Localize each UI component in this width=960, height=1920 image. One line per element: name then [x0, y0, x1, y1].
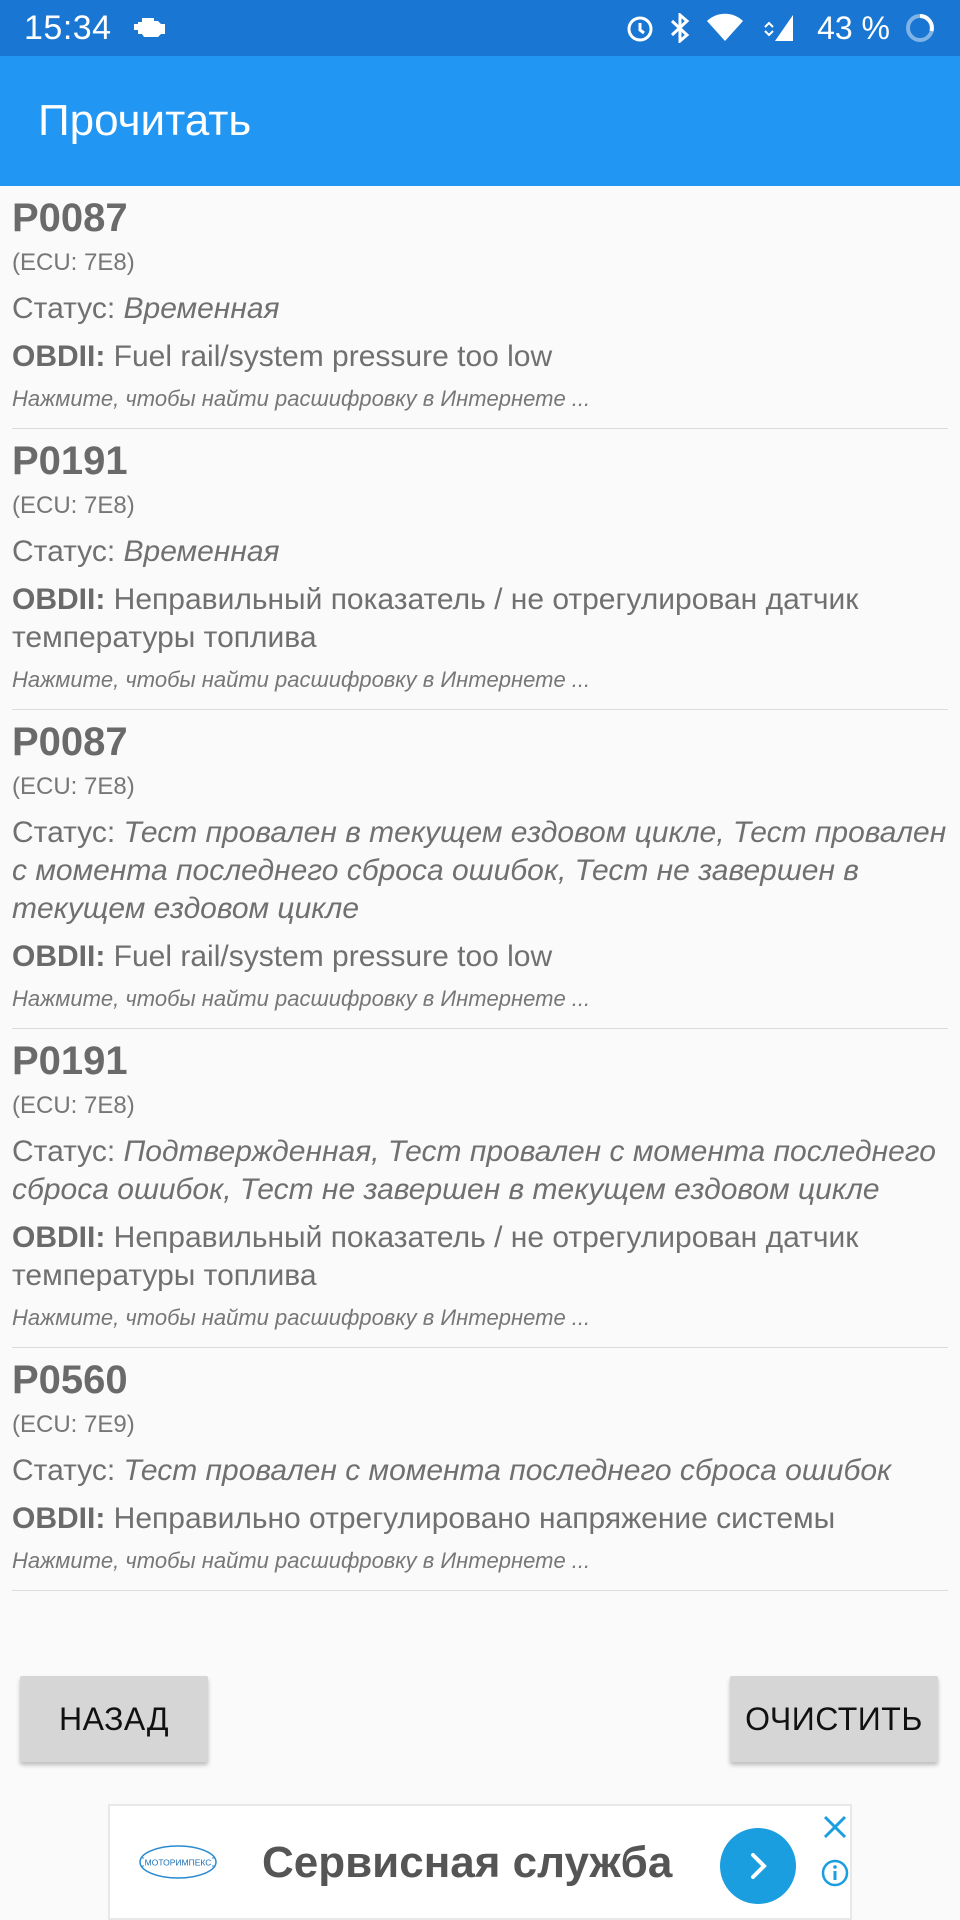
search-hint[interactable]: Нажмите, чтобы найти расшифровку в Интер…	[12, 1303, 948, 1333]
status-label: Статус:	[12, 1454, 116, 1487]
battery-icon	[904, 12, 936, 44]
dtc-ecu: (ECU: 7E8)	[12, 773, 135, 800]
dtc-ecu: (ECU: 7E8)	[12, 1092, 135, 1119]
clear-button[interactable]: ОЧИСТИТЬ	[730, 1676, 938, 1762]
dtc-status: Статус: Тест провален в текущем ездовом …	[12, 814, 948, 928]
status-time: 15:34	[24, 8, 112, 47]
dtc-list: P0087 (ECU: 7E8) Статус: Временная OBDII…	[12, 186, 948, 1591]
obd-description: Неправильный показатель / не отрегулиров…	[12, 1221, 859, 1292]
obd-description: Неправильный показатель / не отрегулиров…	[12, 583, 859, 654]
signal-icon	[759, 13, 795, 43]
car-engine-icon	[133, 14, 170, 43]
obd-label: OBDII:	[12, 583, 106, 616]
alarm-icon	[625, 13, 655, 43]
obd-label: OBDII:	[12, 1502, 106, 1535]
search-hint[interactable]: Нажмите, чтобы найти расшифровку в Интер…	[12, 984, 948, 1014]
dtc-obd: OBDII: Неправильно отрегулировано напряж…	[12, 1500, 948, 1538]
dtc-item[interactable]: P0087 (ECU: 7E8) Статус: Тест провален в…	[12, 710, 948, 1029]
dtc-ecu: (ECU: 7E9)	[12, 1411, 135, 1438]
wifi-icon	[705, 13, 745, 43]
dtc-code: P0191	[12, 439, 128, 483]
status-value: Тест провален с момента последнего сброс…	[123, 1454, 892, 1487]
dtc-obd: OBDII: Неправильный показатель / не отре…	[12, 1219, 948, 1295]
obd-label: OBDII:	[12, 940, 106, 973]
dtc-item[interactable]: P0191 (ECU: 7E8) Статус: Временная OBDII…	[12, 429, 948, 710]
status-value: Временная	[123, 292, 280, 325]
ad-title: Сервисная служба	[262, 1838, 673, 1887]
dtc-status: Статус: Тест провален с момента последне…	[12, 1452, 948, 1490]
dtc-item[interactable]: P0191 (ECU: 7E8) Статус: Подтвержденная,…	[12, 1029, 948, 1348]
battery-percent: 43 %	[817, 9, 890, 46]
dtc-code: P0087	[12, 196, 128, 240]
status-bar: 15:34 43 %	[0, 0, 960, 56]
close-icon[interactable]	[820, 1812, 850, 1847]
obd-description: Неправильно отрегулировано напряжение си…	[113, 1502, 836, 1535]
search-hint[interactable]: Нажмите, чтобы найти расшифровку в Интер…	[12, 665, 948, 695]
back-button[interactable]: НАЗАД	[20, 1676, 208, 1762]
ad-banner[interactable]: МОТОРИМПЕКС Сервисная служба	[108, 1804, 852, 1920]
search-hint[interactable]: Нажмите, чтобы найти расшифровку в Интер…	[12, 1546, 948, 1576]
chevron-right-icon[interactable]	[720, 1828, 796, 1904]
dtc-code: P0560	[12, 1358, 128, 1402]
dtc-item[interactable]: P0087 (ECU: 7E8) Статус: Временная OBDII…	[12, 186, 948, 429]
dtc-obd: OBDII: Fuel rail/system pressure too low	[12, 338, 948, 376]
status-value: Подтвержденная, Тест провален с момента …	[12, 1135, 936, 1206]
bluetooth-icon	[669, 13, 691, 43]
search-hint[interactable]: Нажмите, чтобы найти расшифровку в Интер…	[12, 384, 948, 414]
obd-description: Fuel rail/system pressure too low	[113, 340, 553, 373]
dtc-ecu: (ECU: 7E8)	[12, 492, 135, 519]
ad-logo: МОТОРИМПЕКС	[139, 1845, 217, 1879]
dtc-status: Статус: Подтвержденная, Тест провален с …	[12, 1133, 948, 1209]
dtc-status: Статус: Временная	[12, 290, 948, 328]
info-icon[interactable]	[820, 1858, 850, 1893]
obd-label: OBDII:	[12, 340, 106, 373]
dtc-obd: OBDII: Неправильный показатель / не отре…	[12, 581, 948, 657]
status-label: Статус:	[12, 1135, 116, 1168]
status-value: Тест провален в текущем ездовом цикле, Т…	[12, 816, 947, 925]
status-label: Статус:	[12, 816, 116, 849]
app-bar: Прочитать	[0, 56, 960, 186]
status-label: Статус:	[12, 535, 116, 568]
obd-label: OBDII:	[12, 1221, 106, 1254]
dtc-status: Статус: Временная	[12, 533, 948, 571]
status-value: Временная	[123, 535, 280, 568]
dtc-item[interactable]: P0560 (ECU: 7E9) Статус: Тест провален с…	[12, 1348, 948, 1591]
status-label: Статус:	[12, 292, 116, 325]
svg-text:МОТОРИМПЕКС: МОТОРИМПЕКС	[145, 1858, 212, 1868]
dtc-code: P0087	[12, 720, 128, 764]
page-title: Прочитать	[38, 96, 252, 145]
dtc-obd: OBDII: Fuel rail/system pressure too low	[12, 938, 948, 976]
obd-description: Fuel rail/system pressure too low	[113, 940, 553, 973]
dtc-ecu: (ECU: 7E8)	[12, 249, 135, 276]
dtc-code: P0191	[12, 1039, 128, 1083]
